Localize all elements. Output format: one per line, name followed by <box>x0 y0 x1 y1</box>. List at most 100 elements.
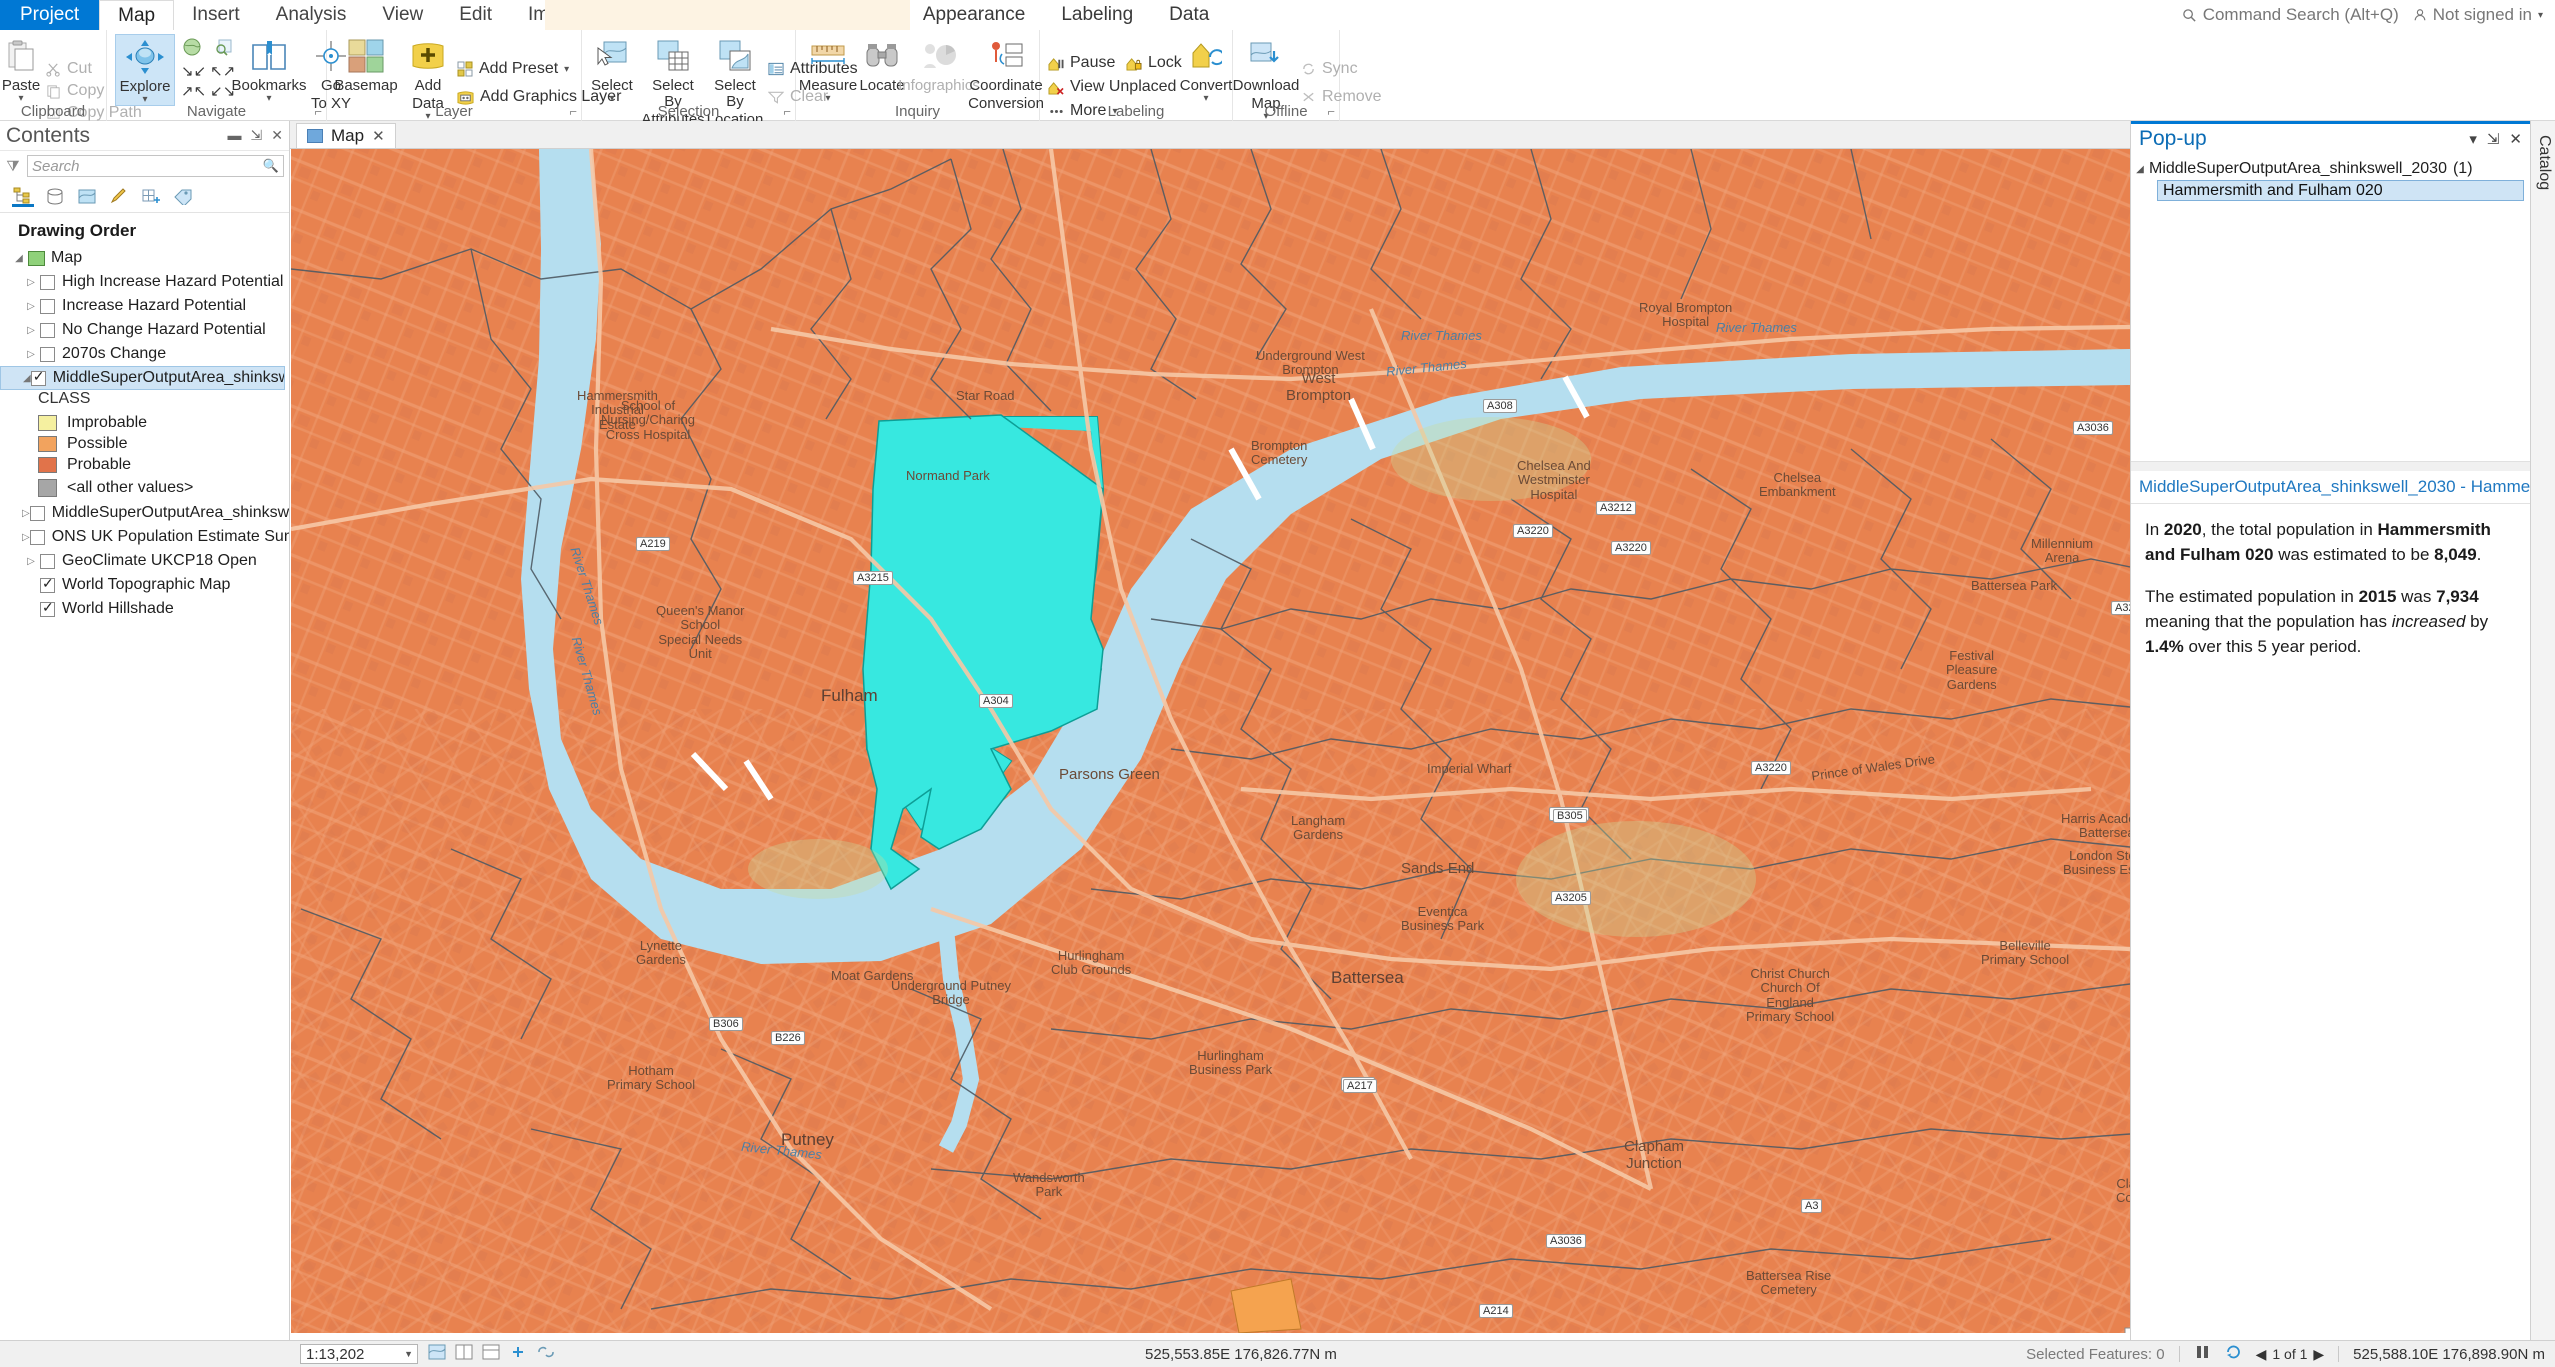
list-by-selection-icon[interactable] <box>76 187 98 207</box>
chevron-right-icon[interactable]: ▷ <box>22 277 40 288</box>
layer-checkbox[interactable] <box>29 505 45 521</box>
snapping-icon[interactable] <box>455 1344 473 1364</box>
layer-checkbox[interactable] <box>40 346 55 362</box>
select-button[interactable]: Select ▾ <box>586 34 638 104</box>
chevron-right-icon[interactable]: ▷ <box>22 556 40 567</box>
add-point-icon[interactable] <box>509 1344 527 1364</box>
chevron-right-icon[interactable]: ▷ <box>22 532 30 543</box>
layer-row-middlesuperoutputarea-shinkswell-2070[interactable]: ▷ MiddleSuperOutputArea_shinkswell_2070 <box>0 501 289 525</box>
pin-icon[interactable]: ⇲ <box>2487 130 2500 148</box>
tab-labeling[interactable]: Labeling <box>1043 0 1151 30</box>
view-unplaced-button[interactable]: View Unplaced <box>1048 78 1176 96</box>
fixed-zoom-in-icon[interactable] <box>213 36 235 63</box>
link-views-icon[interactable] <box>536 1344 556 1364</box>
chevron-right-icon[interactable]: ▷ <box>22 508 30 519</box>
paste-button[interactable]: Paste ▾ <box>2 34 40 104</box>
tab-view[interactable]: View <box>364 0 441 30</box>
tab-edit[interactable]: Edit <box>441 0 510 30</box>
explore-button[interactable]: Explore ▾ <box>115 34 175 106</box>
chevron-right-icon[interactable]: ▷ <box>22 349 40 360</box>
list-by-editing-icon[interactable] <box>108 187 130 207</box>
filter-icon[interactable]: ⧩ <box>5 158 21 175</box>
pin-icon[interactable]: ⇲ <box>251 127 263 144</box>
convert-labels-button[interactable]: Convert ▾ <box>1180 34 1232 104</box>
tab-analysis[interactable]: Analysis <box>258 0 365 30</box>
selection-tool-icon[interactable] <box>428 1344 446 1364</box>
extent-arrows-row-1[interactable]: ↘↙ ↖↗ <box>181 62 235 80</box>
refresh-icon[interactable] <box>2225 1344 2242 1364</box>
copy-button[interactable]: Copy <box>46 82 104 100</box>
tab-appearance[interactable]: Appearance <box>905 0 1043 30</box>
full-extent-icon[interactable] <box>181 36 203 63</box>
popup-tree-item[interactable]: Hammersmith and Fulham 020 <box>2157 180 2524 201</box>
map-scale-input[interactable]: 1:13,202 ▼ <box>300 1344 418 1364</box>
layer-checkbox[interactable] <box>40 274 55 290</box>
layer-row-geoclimate-ukcp18-open[interactable]: ▷ GeoClimate UKCP18 Open <box>0 549 289 573</box>
layer-row-2070s-change[interactable]: ▷ 2070s Change <box>0 342 289 366</box>
layer-row-ons-uk-population-estimate-summary[interactable]: ▷ ONS UK Population Estimate Summary <box>0 525 289 549</box>
close-pane-icon[interactable]: ✕ <box>271 127 283 144</box>
close-icon[interactable]: ✕ <box>372 127 385 145</box>
tab-insert[interactable]: Insert <box>174 0 258 30</box>
map-view[interactable]: River Thames River Thames River Thames R… <box>291 149 2130 1333</box>
tab-data[interactable]: Data <box>1151 0 1227 30</box>
list-by-snapping-icon[interactable] <box>140 187 162 207</box>
layer-checkbox[interactable] <box>40 322 55 338</box>
pause-labeling-button[interactable]: Pause <box>1048 54 1115 72</box>
list-by-drawing-order-icon[interactable] <box>12 187 34 207</box>
sign-in-status[interactable]: Not signed in ▾ <box>2413 5 2543 25</box>
layer-checkbox[interactable] <box>40 553 55 569</box>
symbology-row-possible[interactable]: Possible <box>0 433 289 454</box>
layer-dialog-launcher-icon[interactable]: ⌐ <box>569 104 577 119</box>
symbology-row-probable[interactable]: Probable <box>0 454 289 475</box>
infographics-button[interactable]: Infographics <box>898 34 980 94</box>
layer-row-no-change-hazard-potential[interactable]: ▷ No Change Hazard Potential <box>0 318 289 342</box>
layer-row-world-hillshade[interactable]: ▷ World Hillshade <box>0 597 289 621</box>
popup-detail-link[interactable]: MiddleSuperOutputArea_shinkswell_2030 - … <box>2131 471 2530 504</box>
measure-button[interactable]: Measure ▾ <box>799 34 857 104</box>
layer-row-world-topographic-map[interactable]: ▷ World Topographic Map <box>0 573 289 597</box>
project-tab[interactable]: Project <box>0 0 100 30</box>
layer-checkbox[interactable] <box>40 575 55 593</box>
command-search[interactable]: Command Search (Alt+Q) <box>2182 5 2399 25</box>
chevron-down-icon[interactable]: ▼ <box>404 1349 417 1359</box>
prev-page-icon[interactable]: ◀ <box>2256 1346 2267 1363</box>
next-page-icon[interactable]: ▶ <box>2313 1346 2324 1363</box>
lock-labels-button[interactable]: Lock <box>1126 54 1182 72</box>
popup-tree-root[interactable]: ◢ MiddleSuperOutputArea_shinkswell_2030 … <box>2131 158 2530 180</box>
minimize-icon[interactable]: ▬ <box>228 127 242 144</box>
layer-checkbox[interactable] <box>40 298 55 314</box>
bookmarks-button[interactable]: Bookmarks ▾ <box>231 34 307 104</box>
basemap-button[interactable]: Basemap <box>334 34 398 94</box>
layer-row-middlesuperoutputarea-shinkswell-2030[interactable]: ◢ MiddleSuperOutputArea_shinkswell_2030 <box>0 366 285 390</box>
add-preset-button[interactable]: Add Preset ▾ <box>457 60 569 78</box>
view-tab-map[interactable]: Map ✕ <box>296 123 396 148</box>
extent-arrows-row-2[interactable]: ↗↖ ↙↘ <box>181 82 235 100</box>
layer-row-increase-hazard-potential[interactable]: ▷ Increase Hazard Potential <box>0 294 289 318</box>
layer-row-high-increase-hazard-potential[interactable]: ▷ High Increase Hazard Potential <box>0 270 289 294</box>
map-tips-icon[interactable] <box>482 1344 500 1364</box>
list-by-labeling-icon[interactable] <box>172 187 194 207</box>
pause-drawing-icon[interactable] <box>2194 1344 2211 1364</box>
cut-button[interactable]: Cut <box>46 60 92 78</box>
navigate-dialog-launcher-icon[interactable]: ⌐ <box>314 104 322 119</box>
contents-root-map[interactable]: ◢ Map <box>0 246 289 270</box>
expand-arrow-icon[interactable]: ◢ <box>23 373 31 384</box>
symbology-row-all-other-values[interactable]: <all other values> <box>0 475 289 501</box>
expand-arrow-icon[interactable]: ◢ <box>10 253 28 264</box>
chevron-right-icon[interactable]: ▷ <box>22 301 40 312</box>
page-navigation[interactable]: ◀ 1 of 1 ▶ <box>2256 1346 2325 1363</box>
layer-checkbox[interactable] <box>30 368 46 386</box>
sync-button[interactable]: Sync <box>1301 60 1358 78</box>
expand-arrow-icon[interactable]: ◢ <box>2131 164 2149 175</box>
list-by-data-source-icon[interactable] <box>44 187 66 207</box>
tab-map[interactable]: Map <box>99 0 175 30</box>
selection-dialog-launcher-icon[interactable]: ⌐ <box>783 104 791 119</box>
symbology-row-improbable[interactable]: Improbable <box>0 412 289 433</box>
offline-dialog-launcher-icon[interactable]: ⌐ <box>1327 104 1335 119</box>
layer-checkbox[interactable] <box>29 529 45 545</box>
chevron-right-icon[interactable]: ▷ <box>22 325 40 336</box>
popup-splitter[interactable] <box>2131 461 2530 471</box>
add-preset-caret-icon[interactable]: ▾ <box>564 64 569 75</box>
popup-menu-icon[interactable]: ▾ <box>2469 130 2477 148</box>
